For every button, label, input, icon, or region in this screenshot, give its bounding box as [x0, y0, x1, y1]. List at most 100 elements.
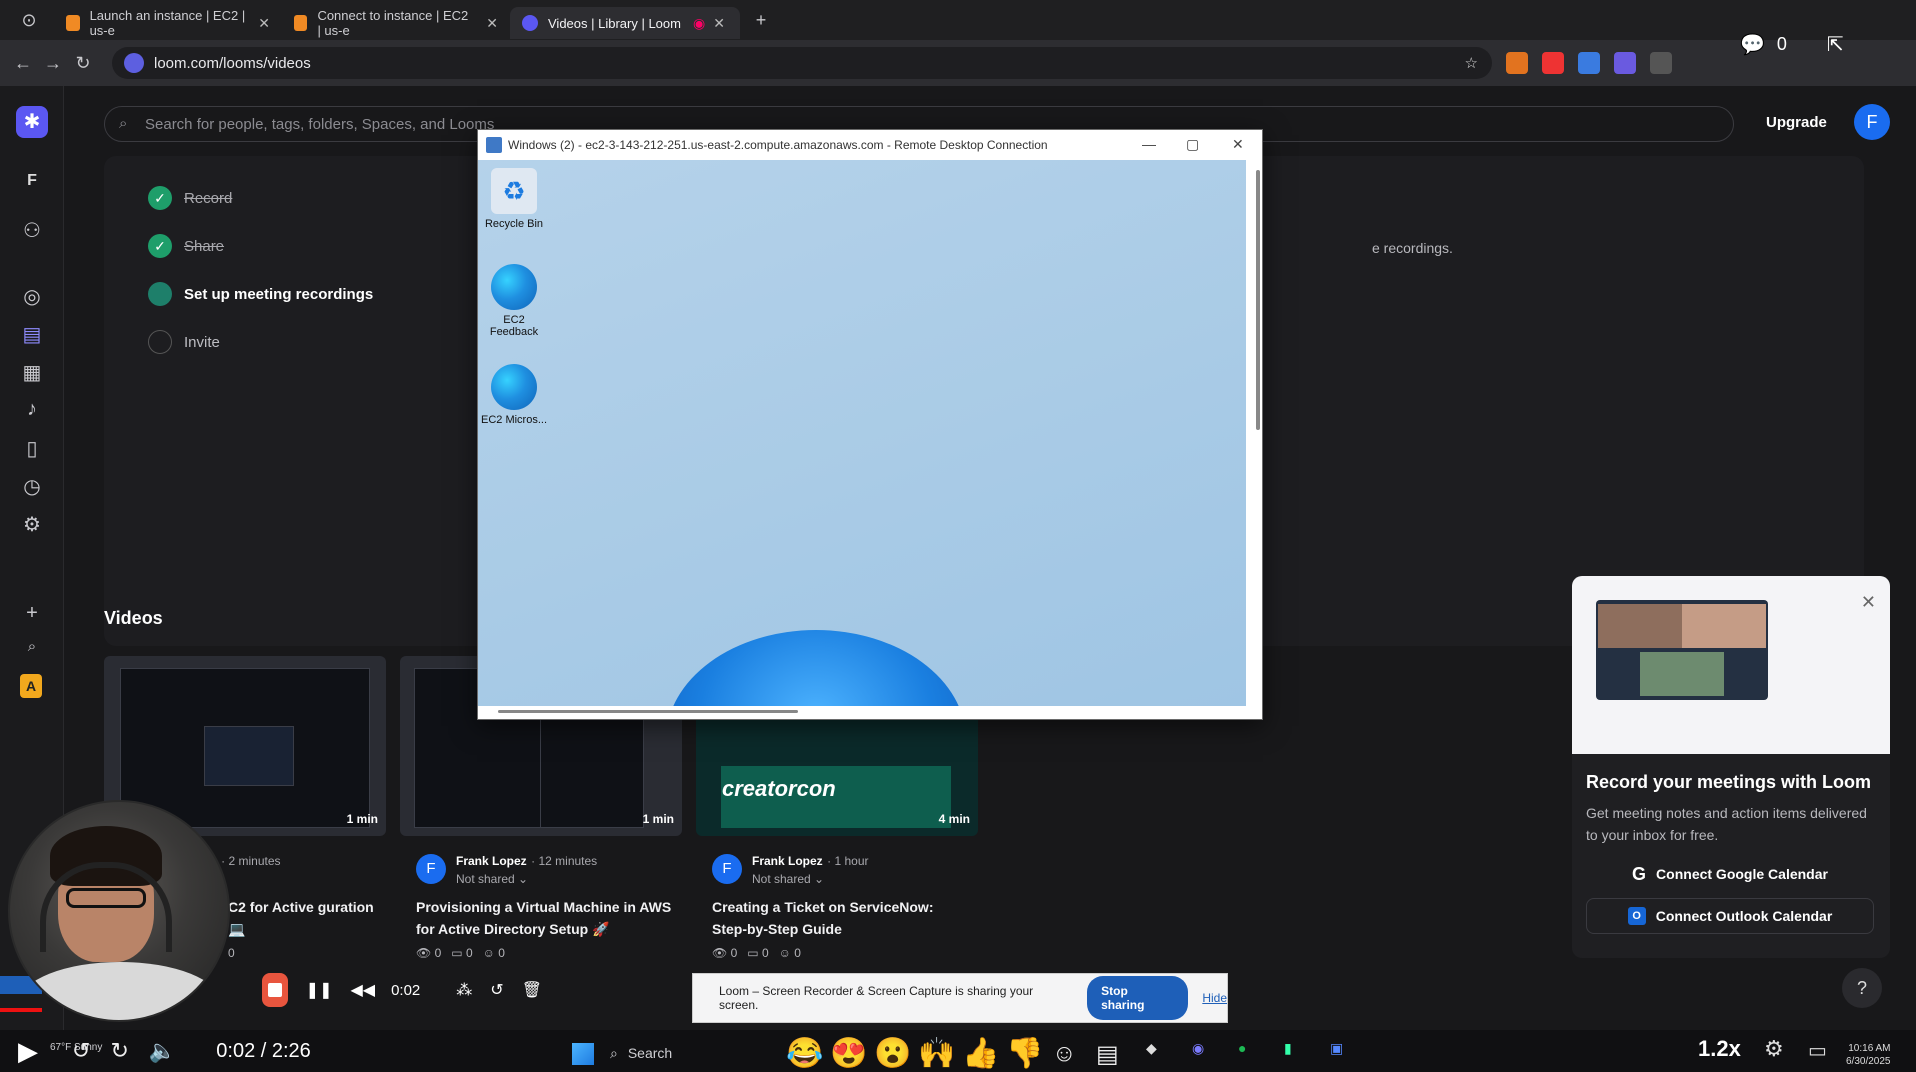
bell-icon[interactable]: ♪ — [20, 398, 44, 422]
profile-icon[interactable]: ◎ — [20, 284, 44, 308]
search-icon: ⌕ — [119, 115, 128, 132]
windows-start-icon[interactable] — [572, 1043, 594, 1065]
taskbar-app-icon[interactable]: ▣ — [1330, 1040, 1343, 1057]
app-badge[interactable]: A — [20, 674, 42, 698]
desktop-icon-ec2-feedback[interactable]: EC2 Feedback — [478, 264, 550, 338]
video-title[interactable]: Provisioning a Virtual Machine in AWS fo… — [416, 896, 676, 940]
eye-icon: 👁 — [712, 946, 728, 960]
puzzle-icon[interactable] — [1650, 52, 1672, 74]
rdp-title-bar[interactable]: Windows (2) - ec2-3-143-212-251.us-east-… — [478, 130, 1262, 160]
add-reaction-icon[interactable]: ☺ — [1052, 1040, 1077, 1068]
tab-launch-instance[interactable]: Launch an instance | EC2 | us-e ✕ — [54, 7, 282, 39]
taskbar-app-icon[interactable]: ▮ — [1284, 1040, 1292, 1057]
stop-sharing-button[interactable]: Stop sharing — [1087, 976, 1189, 1020]
thumbs-down-emoji-icon[interactable]: 👎 — [1006, 1036, 1043, 1071]
desktop-icon-ec2-microsoft[interactable]: EC2 Micros... — [478, 364, 550, 426]
surprised-emoji-icon[interactable]: 😮 — [874, 1036, 911, 1071]
weather-widget[interactable]: 67°F Sunny — [50, 1042, 102, 1053]
rewind-icon[interactable]: ◀◀ — [350, 980, 375, 1000]
laugh-emoji-icon[interactable]: 😂 — [786, 1036, 823, 1071]
volume-icon[interactable]: 🔈 — [149, 1038, 176, 1064]
webcam-person-body — [20, 962, 220, 1020]
rdp-vertical-scrollbar[interactable] — [1256, 170, 1260, 430]
checklist-item-meeting-recordings[interactable]: Set up meeting recordings — [148, 282, 373, 306]
remote-desktop-window[interactable]: Windows (2) - ec2-3-143-212-251.us-east-… — [477, 129, 1263, 720]
bookmark-star-icon[interactable]: ☆ — [1465, 54, 1478, 72]
add-user-icon[interactable]: ⚇ — [20, 218, 44, 242]
tab-loom-videos[interactable]: Videos | Library | Loom ◉ ✕ — [510, 7, 740, 39]
hide-link[interactable]: Hide — [1202, 991, 1227, 1005]
tab-connect-instance[interactable]: Connect to instance | EC2 | us-e ✕ — [282, 7, 510, 39]
trash-icon[interactable]: 🗑 — [522, 980, 542, 1000]
checklist-item-record[interactable]: ✓ Record — [148, 186, 232, 210]
history-icon[interactable]: ◷ — [20, 474, 44, 498]
extension-icon[interactable] — [1614, 52, 1636, 74]
add-icon[interactable]: + — [20, 602, 44, 626]
edge-icon — [491, 264, 537, 310]
browser-record-icon[interactable]: ⊙ — [14, 10, 44, 31]
settings-icon[interactable]: ⚙ — [1764, 1036, 1784, 1062]
author-avatar[interactable]: F — [416, 854, 446, 884]
forward-icon[interactable]: ↻ — [110, 1038, 128, 1064]
theater-mode-icon[interactable]: ▭ — [1808, 1038, 1827, 1063]
rdp-horizontal-scrollbar[interactable] — [498, 710, 798, 713]
restart-icon[interactable]: ↺ — [490, 980, 503, 1000]
close-icon[interactable]: ✕ — [1861, 592, 1876, 613]
search-icon[interactable]: ⌕ — [20, 638, 44, 662]
taskbar-app-icon[interactable]: ◆ — [1146, 1040, 1157, 1057]
reload-icon[interactable]: ↻ — [68, 53, 98, 74]
playback-speed[interactable]: 1.2x — [1698, 1036, 1741, 1062]
site-info-icon[interactable] — [124, 53, 144, 73]
settings-icon[interactable]: ⚙ — [20, 512, 44, 536]
help-button[interactable]: ? — [1842, 968, 1882, 1008]
spotify-icon[interactable]: ● — [1238, 1040, 1246, 1056]
close-tab-icon[interactable]: ✕ — [713, 15, 725, 32]
url-field[interactable]: loom.com/looms/videos ☆ — [112, 47, 1492, 79]
connect-outlook-calendar-button[interactable]: O Connect Outlook Calendar — [1586, 898, 1874, 934]
share-status[interactable]: Not shared ⌄ — [456, 872, 597, 886]
video-stats: 👁 0 ▭ 0 ☺ 0 — [712, 946, 801, 960]
checklist-item-share[interactable]: ✓ Share — [148, 234, 224, 258]
taskbar-search[interactable]: ⌕ Search — [610, 1040, 760, 1066]
grid-icon[interactable]: ⁂ — [456, 980, 472, 1000]
system-clock: 10:16 AM 6/30/2025 — [1846, 1043, 1891, 1067]
extension-icon[interactable] — [1506, 52, 1528, 74]
author-avatar[interactable]: F — [712, 854, 742, 884]
stop-recording-button[interactable] — [262, 973, 288, 1007]
taskbar-app-icon[interactable]: ◉ — [1192, 1040, 1204, 1057]
close-icon[interactable]: ✕ — [1232, 136, 1244, 153]
webcam-bubble[interactable] — [8, 800, 230, 1022]
share-status[interactable]: Not shared ⌄ — [752, 872, 869, 886]
library-icon[interactable]: ▤ — [20, 322, 44, 346]
desktop-icon-recycle-bin[interactable]: ♻ Recycle Bin — [478, 168, 550, 230]
bookmark-icon[interactable]: ▯ — [20, 436, 44, 460]
extension-icon[interactable] — [1578, 52, 1600, 74]
maximize-icon[interactable]: ▢ — [1186, 136, 1199, 153]
promo-person — [1598, 604, 1682, 648]
calendar-icon[interactable]: ▦ — [20, 360, 44, 384]
remote-desktop[interactable]: ♻ Recycle Bin EC2 Feedback EC2 Micros... — [478, 160, 1246, 706]
play-icon[interactable]: ▶ — [18, 1036, 38, 1067]
checklist-item-invite[interactable]: Invite — [148, 330, 220, 354]
workspace-avatar[interactable]: F — [20, 172, 44, 196]
close-tab-icon[interactable]: ✕ — [258, 15, 270, 32]
minimize-icon[interactable]: — — [1142, 136, 1156, 152]
thumbs-up-emoji-icon[interactable]: 👍 — [962, 1036, 999, 1071]
user-avatar[interactable]: F — [1854, 104, 1890, 140]
connect-google-calendar-button[interactable]: G Connect Google Calendar — [1586, 856, 1874, 892]
close-tab-icon[interactable]: ✕ — [486, 15, 498, 32]
raised-hands-emoji-icon[interactable]: 🙌 — [918, 1036, 955, 1071]
pause-icon[interactable]: ❚❚ — [306, 980, 333, 1000]
back-icon[interactable]: ← — [8, 53, 38, 74]
extension-icon[interactable] — [1542, 52, 1564, 74]
upgrade-button[interactable]: Upgrade — [1766, 114, 1827, 131]
heart-eyes-emoji-icon[interactable]: 😍 — [830, 1036, 867, 1071]
new-tab-icon[interactable]: + — [746, 10, 776, 31]
video-title[interactable]: Creating a Ticket on ServiceNow: Step-by… — [712, 896, 972, 940]
loom-logo-icon[interactable]: ✱ — [16, 106, 48, 138]
forward-icon[interactable]: → — [38, 53, 68, 74]
chat-overlay[interactable]: 💬 0 ⇱ — [1740, 24, 1900, 64]
comment-icon[interactable]: ▤ — [1096, 1040, 1119, 1069]
video-title[interactable]: C2 for Active guration 💻 — [228, 896, 378, 940]
popout-icon[interactable]: ⇱ — [1827, 32, 1844, 57]
